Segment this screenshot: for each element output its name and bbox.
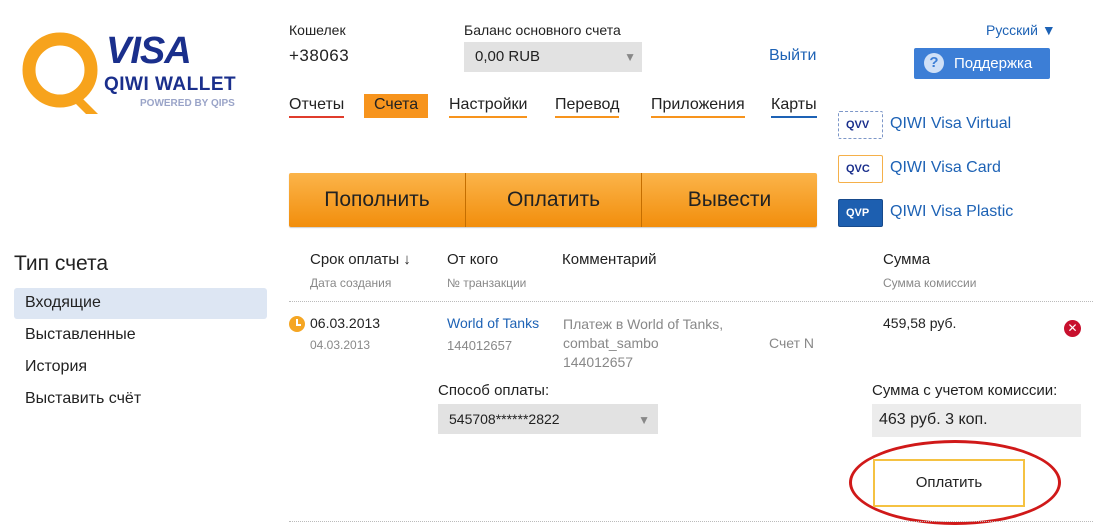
logo-qiwi-text: QIWI WALLET	[104, 74, 237, 95]
sidebar-item-incoming[interactable]: Входящие	[14, 288, 267, 319]
nav-transfer[interactable]: Перевод	[555, 96, 620, 118]
action-bar: Пополнить Оплатить Вывести	[289, 173, 817, 227]
qiwi-visa-logo: VISA QIWI WALLET POWERED BY QIPS	[18, 30, 248, 120]
invoice-number: Счет N	[769, 335, 814, 351]
sidebar-item-issued[interactable]: Выставленные	[14, 320, 267, 351]
clock-icon	[289, 316, 305, 332]
created-date: 04.03.2013	[310, 338, 371, 352]
support-label: Поддержка	[954, 55, 1033, 72]
nav-cards[interactable]: Карты	[771, 96, 817, 118]
header-transaction: № транзакции	[447, 276, 527, 290]
sidebar-item-create-invoice[interactable]: Выставить счёт	[14, 384, 267, 415]
sender-link[interactable]: World of Tanks	[447, 315, 539, 331]
header-due-date[interactable]: Срок оплаты ↓	[310, 251, 411, 268]
topup-button[interactable]: Пополнить	[289, 173, 465, 227]
arrow-down-icon: ▼	[638, 413, 650, 427]
amount: 459,58 руб.	[883, 315, 957, 331]
sidebar-title: Тип счета	[14, 252, 109, 275]
nav-settings[interactable]: Настройки	[449, 96, 528, 118]
row-divider	[289, 301, 1093, 302]
balance-value: 0,00 RUB	[475, 48, 541, 65]
comment-line: Платеж в World of Tanks,	[563, 316, 724, 332]
delete-icon[interactable]: ✕	[1064, 320, 1081, 337]
due-date: 06.03.2013	[310, 315, 381, 331]
nav-accounts[interactable]: Счета	[364, 94, 429, 118]
qvp-card-icon: QVP	[838, 199, 883, 227]
row-divider	[289, 521, 1093, 522]
pay-button[interactable]: Оплатить	[873, 459, 1025, 507]
qvv-card-icon: QVV	[838, 111, 883, 139]
payment-method-label: Способ оплаты:	[438, 382, 550, 399]
wallet-label: Кошелек	[289, 22, 346, 38]
card-label: QIWI Visa Plastic	[890, 203, 1014, 220]
transaction-id: 144012657	[447, 338, 513, 353]
header-amount: Сумма	[883, 251, 931, 268]
total-with-commission-value: 463 руб. 3 коп.	[872, 404, 1081, 437]
header-from: От кого	[447, 251, 499, 268]
balance-label: Баланс основного счета	[464, 22, 621, 38]
pay-button-main[interactable]: Оплатить	[466, 173, 641, 227]
logo-powered-text: POWERED BY QIPS	[140, 98, 235, 109]
balance-select[interactable]: 0,00 RUB ▼	[464, 42, 642, 72]
total-with-commission-label: Сумма с учетом комиссии:	[872, 382, 1058, 399]
qiwi-logo-icon	[22, 32, 98, 114]
arrow-down-icon: ▼	[624, 50, 636, 64]
nav-apps[interactable]: Приложения	[651, 96, 745, 118]
language-selector[interactable]: Русский ▼	[986, 22, 1056, 38]
withdraw-button[interactable]: Вывести	[642, 173, 817, 227]
header-commission: Сумма комиссии	[883, 276, 977, 290]
support-button[interactable]: ? Поддержка	[914, 48, 1050, 79]
comment-line: 144012657	[563, 354, 634, 370]
help-icon: ?	[924, 53, 944, 73]
wallet-number: +38063	[289, 46, 350, 65]
header-created-date: Дата создания	[310, 276, 392, 290]
logout-link[interactable]: Выйти	[769, 47, 816, 65]
logo-visa-text: VISA	[106, 30, 192, 72]
payment-method-value: 545708******2822	[449, 411, 560, 427]
header-comment: Комментарий	[562, 251, 657, 268]
nav-reports[interactable]: Отчеты	[289, 96, 345, 118]
card-label: QIWI Visa Virtual	[890, 115, 1012, 132]
card-label: QIWI Visa Card	[890, 159, 1001, 176]
qvc-card-icon: QVC	[838, 155, 883, 183]
sidebar-item-history[interactable]: История	[14, 352, 267, 383]
payment-method-select[interactable]: 545708******2822 ▼	[438, 404, 658, 434]
comment-line: combat_sambo	[563, 335, 659, 351]
